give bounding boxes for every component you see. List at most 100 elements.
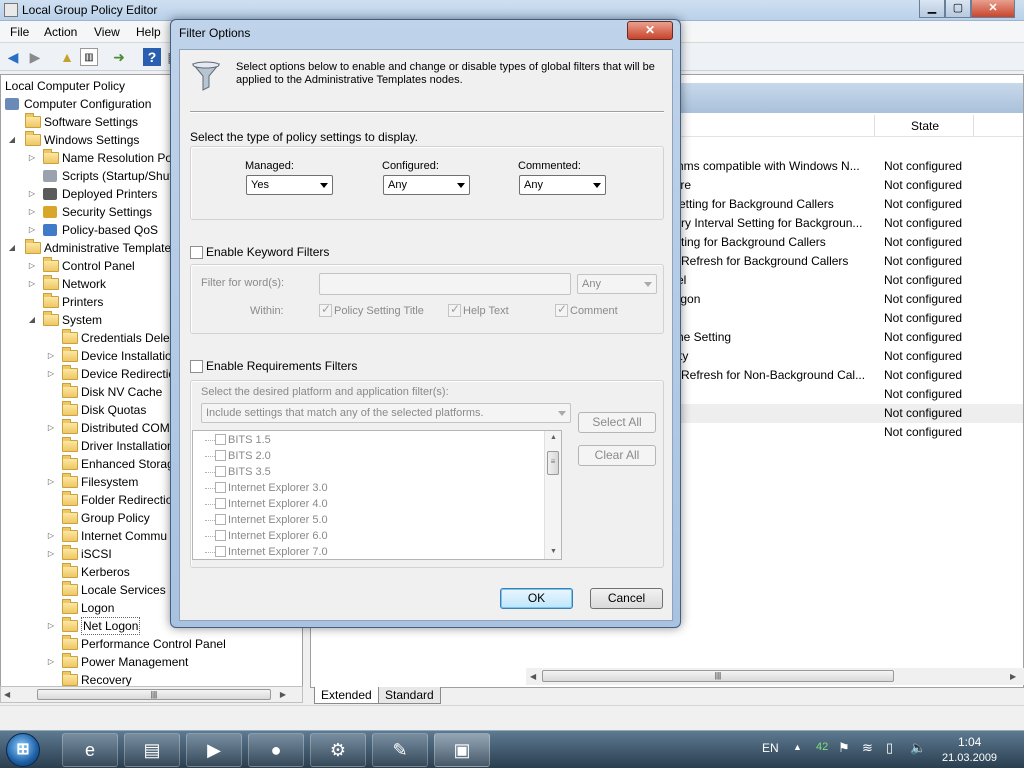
expand-icon[interactable]: ▷ <box>27 257 37 275</box>
help-icon[interactable]: ? <box>143 48 161 66</box>
tree-item[interactable]: Performance Control Panel <box>1 635 301 653</box>
expand-icon[interactable]: ▷ <box>27 203 37 221</box>
close-window-button[interactable]: ✕ <box>971 0 1015 18</box>
network-tool-icon[interactable]: ⚙ <box>310 733 366 767</box>
collapse-icon[interactable]: ◢ <box>27 311 37 329</box>
collapse-icon[interactable]: ◢ <box>7 131 17 149</box>
internet-explorer-icon[interactable]: e <box>62 733 118 767</box>
clock-date[interactable]: 21.03.2009 <box>942 752 997 768</box>
menu-file[interactable]: File <box>10 25 29 39</box>
expand-icon[interactable]: ▷ <box>46 545 56 563</box>
platform-checkbox[interactable] <box>215 546 226 557</box>
toolbox-icon[interactable]: ▣ <box>434 733 490 767</box>
tree-connector <box>205 504 215 505</box>
platform-checkbox[interactable] <box>215 514 226 525</box>
within-policy-title-label: Policy Setting Title <box>334 305 424 317</box>
maximize-button[interactable]: ▢ <box>945 0 971 18</box>
scroll-thumb[interactable]: ||| <box>37 689 271 700</box>
tree-item[interactable]: ▷ Power Management <box>1 653 301 671</box>
expand-icon[interactable]: ▷ <box>27 221 37 239</box>
filter-words-input[interactable] <box>319 273 571 295</box>
media-player-icon[interactable]: ▶ <box>186 733 242 767</box>
expand-icon[interactable]: ▷ <box>27 149 37 167</box>
managed-select[interactable]: Yes <box>246 175 333 195</box>
requirements-filter-checkbox[interactable] <box>190 360 203 373</box>
expand-icon[interactable]: ▷ <box>46 347 56 365</box>
scroll-up-icon[interactable]: ▲ <box>545 431 561 445</box>
keyword-filter-checkbox[interactable] <box>190 246 203 259</box>
expand-icon[interactable]: ▷ <box>46 419 56 437</box>
tree-item-label: Performance Control Panel <box>81 637 226 651</box>
platform-checkbox[interactable] <box>215 530 226 541</box>
ok-button[interactable]: OK <box>500 588 573 609</box>
scroll-left-icon[interactable]: ◀ <box>4 687 10 702</box>
platform-checkbox[interactable] <box>215 434 226 445</box>
expand-icon[interactable]: ▷ <box>46 473 56 491</box>
scroll-left-icon[interactable]: ◀ <box>530 668 536 685</box>
platform-checkbox[interactable] <box>215 466 226 477</box>
expand-icon[interactable]: ▷ <box>27 275 37 293</box>
action-center-flag-icon[interactable]: ⚑ <box>838 740 850 768</box>
tree-item-label: Administrative Templates <box>44 241 178 255</box>
language-indicator[interactable]: EN <box>762 741 779 768</box>
chevron-down-icon <box>320 183 328 188</box>
tab-standard[interactable]: Standard <box>378 687 441 704</box>
setting-name: logon <box>671 292 701 306</box>
configured-select[interactable]: Any <box>383 175 470 195</box>
within-comment-checkbox[interactable] <box>555 302 568 317</box>
scroll-right-icon[interactable]: ▶ <box>1010 668 1016 685</box>
paint-icon[interactable]: ✎ <box>372 733 428 767</box>
commented-select[interactable]: Any <box>519 175 606 195</box>
clear-all-button[interactable]: Clear All <box>578 445 656 466</box>
tree-horizontal-scrollbar[interactable]: ◀ ||| ▶ <box>0 686 303 703</box>
platform-mode-select[interactable]: Include settings that match any of the s… <box>201 403 571 423</box>
scroll-right-icon[interactable]: ▶ <box>280 687 286 702</box>
scroll-down-icon[interactable]: ▼ <box>545 545 561 559</box>
volume-icon[interactable]: 🔈 <box>910 740 926 768</box>
requirements-filter-label[interactable]: Enable Requirements Filters <box>206 359 357 373</box>
cancel-button[interactable]: Cancel <box>590 588 663 609</box>
platform-list[interactable]: ▲ ≡ ▼ BITS 1.5 BITS 2.0 BITS 3.5 Internet E… <box>192 430 562 560</box>
menu-help[interactable]: Help <box>136 25 161 39</box>
dialog-close-button[interactable]: ✕ <box>627 21 673 40</box>
folder-icon <box>62 635 78 650</box>
settings-horizontal-scrollbar[interactable]: ◀ ||| ▶ <box>526 668 1024 685</box>
dialog-intro-text: Select options below to enable and chang… <box>236 61 655 86</box>
platform-checkbox[interactable] <box>215 498 226 509</box>
keyword-filter-label[interactable]: Enable Keyword Filters <box>206 245 329 259</box>
select-all-button[interactable]: Select All <box>578 412 656 433</box>
expand-icon[interactable]: ▷ <box>27 185 37 203</box>
show-hide-tree-icon[interactable]: ▥ <box>80 48 98 66</box>
start-button[interactable]: ⊞ <box>6 733 40 767</box>
file-explorer-icon[interactable]: ▤ <box>124 733 180 767</box>
state-column-header[interactable]: State <box>911 119 939 133</box>
forward-arrow-icon[interactable]: ▶ <box>26 48 44 66</box>
network-icon[interactable]: ▯ <box>886 740 893 768</box>
filter-words-mode-select[interactable]: Any <box>577 274 657 294</box>
export-list-icon[interactable]: ➜ <box>110 48 128 66</box>
tab-extended[interactable]: Extended <box>314 687 379 704</box>
setting-state: Not configured <box>884 273 963 287</box>
scroll-thumb[interactable]: ≡ <box>547 451 559 475</box>
expand-icon[interactable]: ▷ <box>46 365 56 383</box>
expand-icon[interactable]: ▷ <box>46 527 56 545</box>
back-arrow-icon[interactable]: ◀ <box>4 48 22 66</box>
within-policy-title-checkbox[interactable] <box>319 302 332 317</box>
scroll-thumb[interactable]: ||| <box>542 670 894 682</box>
menu-action[interactable]: Action <box>44 25 77 39</box>
collapse-icon[interactable]: ◢ <box>7 239 17 257</box>
platform-checkbox[interactable] <box>215 450 226 461</box>
up-folder-icon[interactable]: ▲ <box>58 48 76 66</box>
expand-icon[interactable]: ▷ <box>46 617 56 635</box>
show-hidden-icons-icon[interactable]: ▲ <box>793 742 802 768</box>
platform-checkbox[interactable] <box>215 482 226 493</box>
tray-app-icon[interactable]: ≋ <box>862 740 873 768</box>
firefox-icon[interactable]: ● <box>248 733 304 767</box>
scripts-icon <box>43 170 57 182</box>
platform-list-scrollbar[interactable]: ▲ ≡ ▼ <box>544 431 561 559</box>
within-help-text-checkbox[interactable] <box>448 302 461 317</box>
minimize-button[interactable]: ▁ <box>919 0 945 18</box>
menu-view[interactable]: View <box>94 25 120 39</box>
expand-icon[interactable]: ▷ <box>46 653 56 671</box>
tray-counter[interactable]: 42 <box>816 741 828 768</box>
